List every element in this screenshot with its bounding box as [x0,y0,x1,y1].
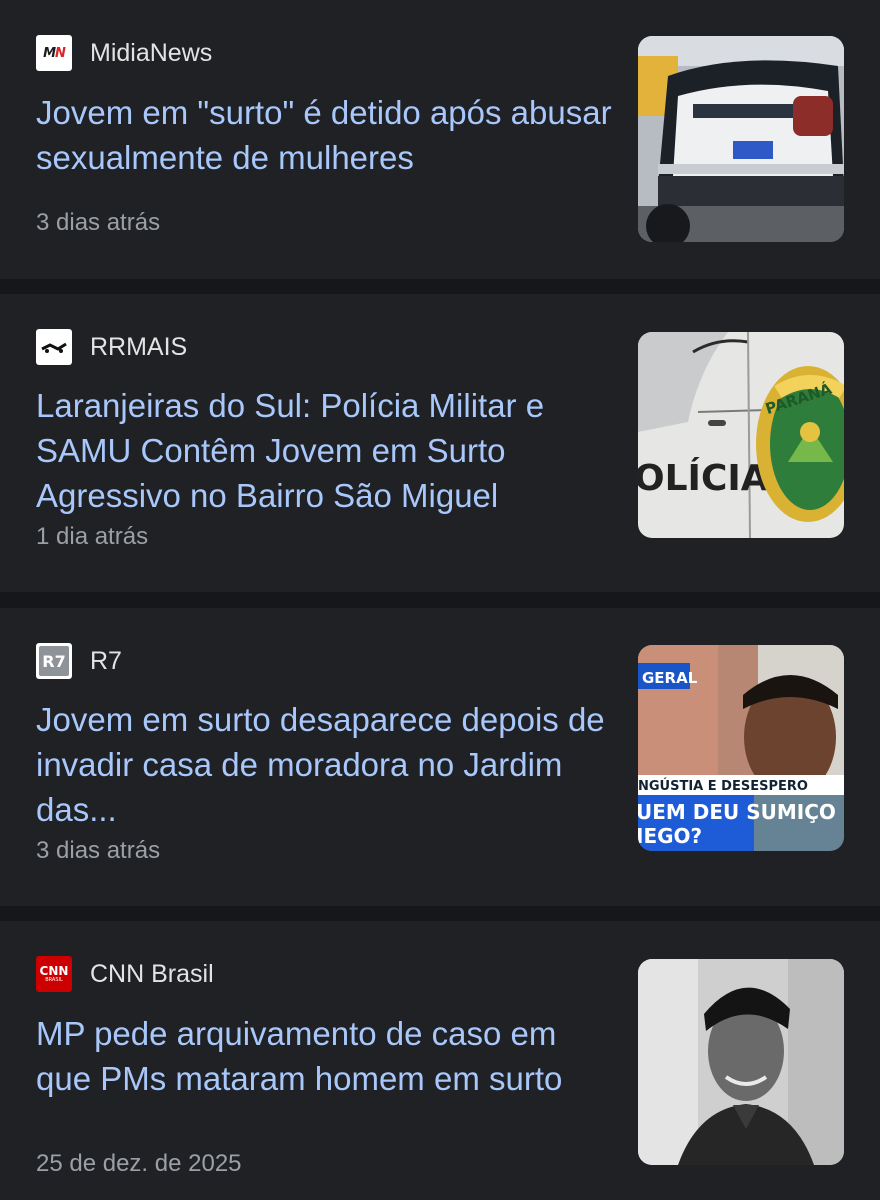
source-name: R7 [90,647,122,675]
publish-time: 1 dia atrás [36,523,149,550]
r7-logo-icon: R7 [36,643,72,679]
news-card[interactable]: MN MidiaNews Jovem em "surto" é detido a… [0,0,880,279]
news-feed: MN MidiaNews Jovem em "surto" é detido a… [0,0,880,1200]
news-card[interactable]: R7 R7 Jovem em surto desaparece depois d… [0,608,880,906]
thumb-caption-line1: UEM DEU SUMIÇO [638,800,836,824]
headline-link[interactable]: MP pede arquivamento de caso em que PMs … [36,1011,616,1101]
headline-link[interactable]: Laranjeiras do Sul: Polícia Militar e SA… [36,383,616,518]
article-thumbnail[interactable] [638,959,844,1165]
thumb-policia-text: OLÍCIA [638,457,769,499]
source-row: R7 R7 [36,643,122,679]
news-card[interactable]: CNN BRASIL CNN Brasil MP pede arquivament… [0,921,880,1200]
source-row: CNN BRASIL CNN Brasil [36,956,214,992]
article-thumbnail[interactable]: OLÍCIA PARANÁ [638,332,844,538]
source-row: MN MidiaNews [36,35,212,71]
source-row: RRMAIS [36,329,187,365]
source-name: CNN Brasil [90,960,214,988]
cnn-logo-icon: CNN BRASIL [36,956,72,992]
midianews-logo-icon: MN [36,35,72,71]
news-card[interactable]: RRMAIS Laranjeiras do Sul: Polícia Milit… [0,294,880,592]
article-thumbnail[interactable]: GERAL NGÚSTIA E DESESPERO UEM DEU SUMIÇO… [638,645,844,851]
publish-time: 25 de dez. de 2025 [36,1150,242,1177]
source-name: RRMAIS [90,333,188,361]
article-thumbnail[interactable] [638,36,844,242]
headline-link[interactable]: Jovem em "surto" é detido após abusar se… [36,90,616,180]
rrmais-logo-icon [36,329,72,365]
publish-time: 3 dias atrás [36,837,161,864]
source-name: MidiaNews [90,39,213,67]
thumb-caption-line2: IEGO? [638,824,702,848]
headline-link[interactable]: Jovem em surto desaparece depois de inva… [36,697,616,832]
thumb-strap-text: NGÚSTIA E DESESPERO [638,778,808,794]
publish-time: 3 dias atrás [36,209,161,236]
thumb-badge-text: GERAL [642,669,698,687]
